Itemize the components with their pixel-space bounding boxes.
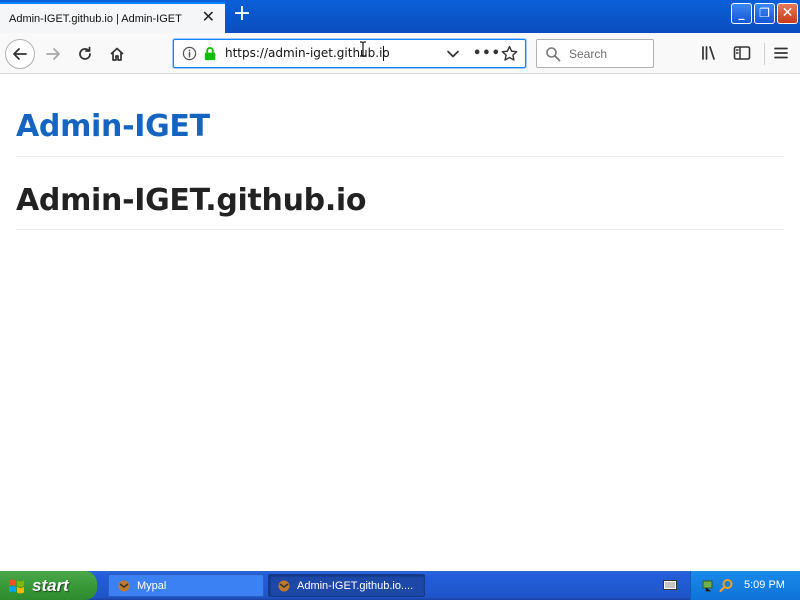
divider	[16, 156, 784, 157]
info-icon[interactable]	[182, 46, 197, 61]
toolbar-separator	[764, 43, 765, 65]
keyboard-icon[interactable]	[663, 579, 677, 591]
text-cursor-icon	[360, 41, 366, 57]
search-tray-icon[interactable]	[719, 578, 734, 593]
network-icon[interactable]	[701, 578, 716, 593]
text-caret	[383, 46, 384, 61]
minimize-button[interactable]: _	[731, 3, 752, 24]
search-placeholder: Search	[569, 47, 608, 61]
taskbar-item-browser[interactable]: Admin-IGET.github.io....	[268, 574, 425, 597]
reload-icon	[79, 46, 91, 60]
star-icon[interactable]	[501, 45, 518, 62]
chevron-down-icon[interactable]	[446, 47, 460, 61]
sidebar-icon[interactable]	[733, 45, 751, 61]
search-icon	[546, 47, 561, 62]
search-input[interactable]: Search	[536, 39, 654, 68]
forward-button[interactable]	[38, 39, 68, 69]
tab-title: Admin-IGET.github.io | Admin-IGET	[9, 12, 182, 25]
close-icon[interactable]: ✕	[202, 9, 215, 25]
start-label: start	[32, 575, 69, 595]
reload-button[interactable]	[70, 39, 100, 69]
plus-icon[interactable]: +	[232, 3, 252, 25]
taskbar-item-mypal[interactable]: Mypal	[108, 574, 264, 597]
home-button[interactable]	[102, 39, 132, 69]
page-heading: Admin-IGET.github.io	[16, 183, 367, 218]
lock-icon[interactable]	[203, 46, 217, 61]
windows-logo-icon	[9, 579, 24, 593]
divider	[16, 229, 784, 230]
window-close-button[interactable]: ✕	[777, 3, 798, 24]
clock: 5:09 PM	[744, 579, 785, 591]
home-icon	[110, 47, 124, 61]
back-button[interactable]	[5, 39, 35, 69]
title-bar: Admin-IGET.github.io | Admin-IGET ✕ + _ …	[0, 0, 800, 33]
system-tray: 5:09 PM	[690, 571, 800, 600]
mypal-app-icon	[118, 580, 130, 591]
url-bar[interactable]: https://admin-iget.github.io •••	[173, 39, 526, 68]
site-title-link[interactable]: Admin-IGET	[16, 109, 210, 144]
mypal-app-icon	[278, 580, 290, 591]
start-button[interactable]: start	[0, 571, 97, 600]
back-arrow-icon	[13, 48, 27, 60]
restore-button[interactable]: ❐	[754, 3, 775, 24]
library-icon[interactable]	[700, 45, 718, 61]
taskbar-item-label: Mypal	[137, 579, 167, 592]
forward-arrow-icon	[46, 48, 60, 60]
nav-toolbar: https://admin-iget.github.io ••• Search	[0, 33, 800, 74]
more-icon[interactable]: •••	[473, 46, 501, 61]
page-content: Admin-IGET Admin-IGET.github.io	[0, 75, 800, 571]
browser-tab[interactable]: Admin-IGET.github.io | Admin-IGET ✕	[0, 2, 225, 33]
hamburger-menu-icon[interactable]	[773, 45, 789, 61]
taskbar-item-label: Admin-IGET.github.io....	[297, 579, 414, 592]
taskbar: start Mypal Admin-IGET.github.io.... 5:0…	[0, 571, 800, 600]
